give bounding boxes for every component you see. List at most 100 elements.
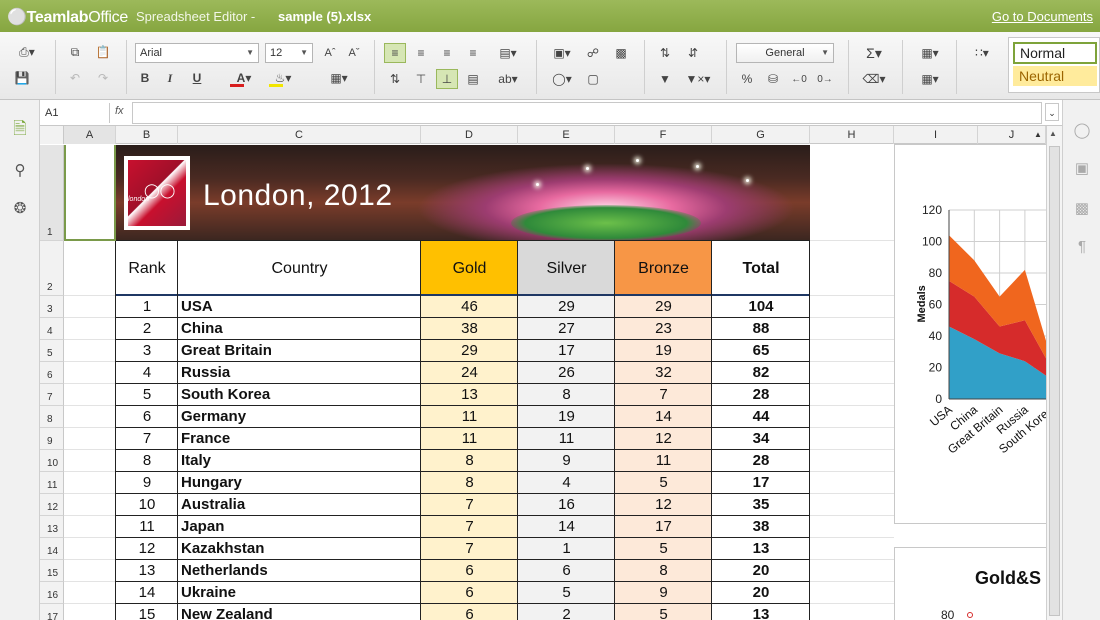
undo-button[interactable]: ↶: [64, 68, 86, 88]
cell-silver[interactable]: 26: [518, 362, 615, 384]
row-header-16[interactable]: 16: [40, 582, 64, 604]
cell-rank[interactable]: 12: [116, 538, 178, 560]
cell-silver[interactable]: 1: [518, 538, 615, 560]
cell-bronze[interactable]: 8: [615, 560, 712, 582]
row-header-15[interactable]: 15: [40, 560, 64, 582]
paragraph-settings-button[interactable]: ¶: [1072, 236, 1092, 256]
cell-bronze[interactable]: 12: [615, 494, 712, 516]
row-header-8[interactable]: 8: [40, 406, 64, 428]
cell-rank[interactable]: 6: [116, 406, 178, 428]
selected-cell-a1[interactable]: [64, 145, 116, 241]
cell-silver[interactable]: 4: [518, 472, 615, 494]
select-all-corner[interactable]: [40, 126, 64, 144]
cell-gold[interactable]: 7: [421, 494, 518, 516]
expand-formula-bar-button[interactable]: ⌄: [1045, 103, 1059, 121]
header-country[interactable]: Country: [178, 241, 421, 296]
row-header-11[interactable]: 11: [40, 472, 64, 494]
cell-total[interactable]: 82: [712, 362, 810, 384]
cell-silver[interactable]: 5: [518, 582, 615, 604]
cell-country[interactable]: Italy: [178, 450, 421, 472]
currency-format-button[interactable]: ⛁: [762, 69, 784, 89]
italic-button[interactable]: I: [160, 68, 180, 88]
row-header-3[interactable]: 3: [40, 296, 64, 318]
cell-rank[interactable]: 7: [116, 428, 178, 450]
row-header-9[interactable]: 9: [40, 428, 64, 450]
fill-color-button[interactable]: ♨ ▾: [266, 68, 300, 88]
cell-country[interactable]: Kazakhstan: [178, 538, 421, 560]
vertical-scrollbar[interactable]: ▲: [1046, 126, 1062, 620]
cell-total[interactable]: 88: [712, 318, 810, 340]
cell-gold[interactable]: 8: [421, 450, 518, 472]
row-header-14[interactable]: 14: [40, 538, 64, 560]
go-to-documents-link[interactable]: Go to Documents: [992, 9, 1093, 24]
cell-rank[interactable]: 5: [116, 384, 178, 406]
cell-total[interactable]: 38: [712, 516, 810, 538]
decrease-decimal-button[interactable]: ←0: [788, 69, 810, 89]
merge-button[interactable]: ▤ ▾: [492, 43, 524, 63]
cell-silver[interactable]: 29: [518, 296, 615, 318]
cell-bronze[interactable]: 29: [615, 296, 712, 318]
redo-button[interactable]: ↷: [92, 68, 114, 88]
cell-total[interactable]: 17: [712, 472, 810, 494]
row-header-2[interactable]: 2: [40, 241, 64, 296]
column-header-d[interactable]: D: [421, 126, 518, 144]
row-header-1[interactable]: 1: [40, 145, 64, 241]
cell-country[interactable]: China: [178, 318, 421, 340]
font-name-combo[interactable]: Arial ▼: [135, 43, 259, 63]
cell-country[interactable]: Great Britain: [178, 340, 421, 362]
align-top-button[interactable]: ⊤: [410, 69, 432, 89]
scroll-up-icon[interactable]: ▲: [1049, 129, 1057, 138]
cell-total[interactable]: 65: [712, 340, 810, 362]
cell-country[interactable]: South Korea: [178, 384, 421, 406]
image-settings-button[interactable]: ▣: [1072, 158, 1092, 178]
cell-total[interactable]: 13: [712, 604, 810, 620]
column-header-i[interactable]: I: [894, 126, 978, 144]
cell-gold[interactable]: 7: [421, 538, 518, 560]
align-right-button[interactable]: ≡: [436, 43, 458, 63]
cell-gold[interactable]: 6: [421, 582, 518, 604]
cell-bronze[interactable]: 11: [615, 450, 712, 472]
number-format-combo[interactable]: General ▼: [736, 43, 834, 63]
cell-gold[interactable]: 6: [421, 604, 518, 620]
header-silver[interactable]: Silver: [518, 241, 615, 296]
cell-silver[interactable]: 9: [518, 450, 615, 472]
insert-textbox-button[interactable]: ▢: [582, 69, 604, 89]
column-header-c[interactable]: C: [178, 126, 421, 144]
row-header-13[interactable]: 13: [40, 516, 64, 538]
cell-gold[interactable]: 8: [421, 472, 518, 494]
style-neutral[interactable]: Neutral: [1013, 66, 1097, 86]
scroll-thumb[interactable]: [1049, 146, 1060, 616]
borders-button[interactable]: ▦ ▾: [322, 68, 356, 88]
cell-total[interactable]: 35: [712, 494, 810, 516]
insert-shape-button[interactable]: ◯ ▾: [546, 69, 578, 89]
header-total[interactable]: Total: [712, 241, 810, 296]
cell-bronze[interactable]: 12: [615, 428, 712, 450]
cell-gold[interactable]: 24: [421, 362, 518, 384]
clear-filter-button[interactable]: ▼× ▾: [682, 69, 714, 89]
row-header-4[interactable]: 4: [40, 318, 64, 340]
cell-silver[interactable]: 2: [518, 604, 615, 620]
row-header-10[interactable]: 10: [40, 450, 64, 472]
cell-total[interactable]: 20: [712, 582, 810, 604]
cell-gold[interactable]: 7: [421, 516, 518, 538]
cell-total[interactable]: 20: [712, 560, 810, 582]
underline-button[interactable]: U: [187, 68, 207, 88]
increase-decimal-button[interactable]: 0→: [814, 69, 836, 89]
cell-rank[interactable]: 8: [116, 450, 178, 472]
cell-rank[interactable]: 14: [116, 582, 178, 604]
insert-image-button[interactable]: ▣ ▾: [546, 43, 578, 63]
row-header-5[interactable]: 5: [40, 340, 64, 362]
cell-bronze[interactable]: 7: [615, 384, 712, 406]
cell-style-gallery-button[interactable]: ∷ ▾: [966, 43, 998, 63]
align-bottom-button[interactable]: ⊥: [436, 69, 458, 89]
scroll-up-arrow[interactable]: ▲: [1030, 126, 1046, 144]
cell-bronze[interactable]: 23: [615, 318, 712, 340]
cell-total[interactable]: 44: [712, 406, 810, 428]
sidebar-support-button[interactable]: ❂: [10, 198, 30, 218]
align-left-button[interactable]: ≡: [384, 43, 406, 63]
cell-rank[interactable]: 10: [116, 494, 178, 516]
row-header-12[interactable]: 12: [40, 494, 64, 516]
cell-rank[interactable]: 15: [116, 604, 178, 620]
header-bronze[interactable]: Bronze: [615, 241, 712, 296]
align-center-button[interactable]: ≡: [410, 43, 432, 63]
